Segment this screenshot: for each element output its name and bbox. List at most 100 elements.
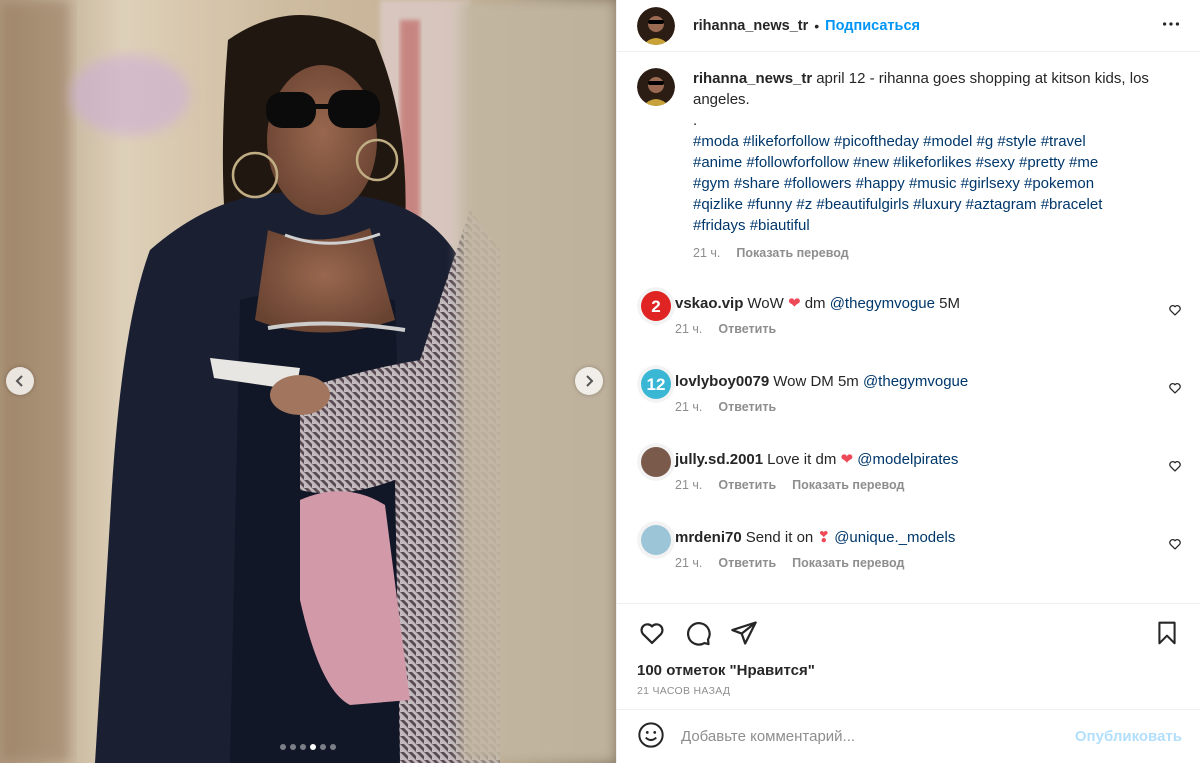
caption-translate-button[interactable]: Показать перевод xyxy=(736,246,848,260)
paper-plane-icon xyxy=(731,621,757,645)
carousel-dot xyxy=(290,744,296,750)
comment-username[interactable]: lovlyboy0079 xyxy=(675,373,769,390)
more-horizontal-icon xyxy=(1162,22,1180,26)
heart-icon xyxy=(1169,383,1181,394)
comment-mention[interactable]: @thegymvogue xyxy=(863,373,968,390)
header-separator: • xyxy=(814,17,820,34)
heart-icon xyxy=(640,623,664,645)
save-button[interactable] xyxy=(1152,618,1182,648)
post-caption: rihanna_news_tr april 12 - rihanna goes s… xyxy=(637,68,1182,260)
comment-time[interactable]: 21 ч. xyxy=(675,556,702,570)
caption-dot: . xyxy=(693,112,698,129)
avatar-label: 12 xyxy=(647,375,666,394)
author-username[interactable]: rihanna_news_tr xyxy=(693,18,808,34)
add-comment-bar: Опубликовать xyxy=(617,709,1200,763)
caption-text: rihanna_news_tr april 12 - rihanna goes s… xyxy=(693,68,1182,110)
heart-icon xyxy=(1169,461,1181,472)
post-timestamp[interactable]: 21 часов назад xyxy=(617,679,1200,697)
carousel-dot xyxy=(330,744,336,750)
comment-text: jully.sd.2001 Love it dm ❤ @modelpirates xyxy=(675,449,958,470)
comment-mention[interactable]: @unique._models xyxy=(834,529,955,546)
caption-meta: 21 ч. Показать перевод xyxy=(693,246,1182,260)
likes-count[interactable]: 100 отметок "Нравится" xyxy=(617,662,1200,679)
carousel-next-button[interactable] xyxy=(575,367,603,395)
reply-button[interactable]: Ответить xyxy=(718,322,776,336)
comment-username[interactable]: vskao.vip xyxy=(675,295,743,312)
comment-text-after: dm xyxy=(804,295,826,312)
comment-translate-button[interactable]: Показать перевод xyxy=(792,478,904,492)
comment-mention[interactable]: @thegymvogue xyxy=(830,295,935,312)
post-media[interactable] xyxy=(0,0,616,763)
commenter-avatar[interactable] xyxy=(637,521,675,559)
comment-like-button[interactable] xyxy=(1168,537,1182,554)
comment-meta: 21 ч. Ответить xyxy=(675,322,960,336)
commenter-avatar[interactable] xyxy=(637,443,675,481)
share-button[interactable] xyxy=(729,618,759,648)
caption-time[interactable]: 21 ч. xyxy=(693,246,720,260)
hashtag-line[interactable]: #fridays #biautiful xyxy=(693,217,810,234)
reply-button[interactable]: Ответить xyxy=(718,400,776,414)
author-avatar[interactable] xyxy=(637,6,675,45)
comment-time[interactable]: 21 ч. xyxy=(675,400,702,414)
comment-like-button[interactable] xyxy=(1168,303,1182,320)
more-options-button[interactable] xyxy=(1160,13,1182,38)
heart-emoji: ❣ xyxy=(817,529,831,546)
comment-input[interactable] xyxy=(681,728,1075,745)
comment-item: 2 vskao.vip WoW ❤ dm @thegymvogue 5M 21 ч. О… xyxy=(637,274,1182,352)
carousel-prev-button[interactable] xyxy=(6,367,34,395)
carousel-dot xyxy=(320,744,326,750)
carousel-dot xyxy=(300,744,306,750)
comment-meta: 21 ч. Ответить Показать перевод xyxy=(675,478,958,492)
reply-button[interactable]: Ответить xyxy=(718,556,776,570)
publish-button[interactable]: Опубликовать xyxy=(1075,728,1182,745)
comment-like-button[interactable] xyxy=(1168,459,1182,476)
comment-translate-button[interactable]: Показать перевод xyxy=(792,556,904,570)
comment-text: vskao.vip WoW ❤ dm @thegymvogue 5M xyxy=(675,293,960,314)
comment-username[interactable]: jully.sd.2001 xyxy=(675,451,763,468)
comment-bubble-icon xyxy=(687,622,711,646)
smiley-icon xyxy=(638,722,664,748)
comments-scroll-area[interactable]: rihanna_news_tr april 12 - rihanna goes s… xyxy=(617,52,1200,604)
post-actions xyxy=(617,604,1200,662)
reply-button[interactable]: Ответить xyxy=(718,478,776,492)
comment-username[interactable]: mrdeni70 xyxy=(675,529,742,546)
heart-emoji: ❤ xyxy=(840,451,854,468)
comment-like-button[interactable] xyxy=(1168,381,1182,398)
comment-meta: 21 ч. Ответить Показать перевод xyxy=(675,556,955,570)
comment-text: lovlyboy0079 Wow DM 5m @thegymvogue xyxy=(675,371,968,392)
post-header: rihanna_news_tr • Подписаться xyxy=(617,0,1200,52)
comment-time[interactable]: 21 ч. xyxy=(675,322,702,336)
emoji-button[interactable] xyxy=(637,721,665,752)
comment-body: vskao.vip WoW ❤ dm @thegymvogue 5M 21 ч. От… xyxy=(675,287,960,336)
comment-body: jully.sd.2001 Love it dm ❤ @modelpirates … xyxy=(675,443,958,492)
caption-author-avatar[interactable] xyxy=(637,68,675,106)
caption-hashtags: #moda #likeforfollow #picoftheday #model… xyxy=(693,131,1182,236)
post-dialog: rihanna_news_tr • Подписаться rihanna_ne… xyxy=(0,0,1200,763)
heart-icon xyxy=(1169,305,1181,316)
post-photo xyxy=(0,0,616,763)
hashtag-line[interactable]: #gym #share #followers #happy #music #gi… xyxy=(693,175,1094,192)
post-side-panel: rihanna_news_tr • Подписаться rihanna_ne… xyxy=(616,0,1200,763)
comment-body: lovlyboy0079 Wow DM 5m @thegymvogue 21 ч.… xyxy=(675,365,968,414)
like-button[interactable] xyxy=(637,618,667,648)
hashtag-line[interactable]: #anime #followforfollow #new #likeforlik… xyxy=(693,154,1098,171)
comment-text: mrdeni70 Send it on ❣ @unique._models xyxy=(675,527,955,548)
hashtag-line[interactable]: #qizlike #funny #z #beautifulgirls #luxu… xyxy=(693,196,1102,213)
hashtag-line[interactable]: #moda #likeforfollow #picoftheday #model… xyxy=(693,133,1086,150)
comment-button[interactable] xyxy=(683,618,713,648)
heart-icon xyxy=(1169,539,1181,550)
comment-text-before: Wow DM 5m xyxy=(773,373,859,390)
comment-time[interactable]: 21 ч. xyxy=(675,478,702,492)
caption-username[interactable]: rihanna_news_tr xyxy=(693,70,812,87)
comment-list: 2 vskao.vip WoW ❤ dm @thegymvogue 5M 21 ч. О… xyxy=(637,274,1182,586)
comment-mention[interactable]: @modelpirates xyxy=(857,451,958,468)
commenter-avatar[interactable]: 12 xyxy=(637,365,675,403)
comment-item: mrdeni70 Send it on ❣ @unique._models 21 … xyxy=(637,508,1182,586)
comment-text-before: WoW xyxy=(747,295,784,312)
follow-button[interactable]: Подписаться xyxy=(825,18,920,34)
comment-item: 12 lovlyboy0079 Wow DM 5m @thegymvogue 21 … xyxy=(637,352,1182,430)
commenter-avatar[interactable]: 2 xyxy=(637,287,675,325)
comment-body: mrdeni70 Send it on ❣ @unique._models 21 … xyxy=(675,521,955,570)
carousel-dot xyxy=(310,744,316,750)
comment-text-end: 5M xyxy=(939,295,961,312)
